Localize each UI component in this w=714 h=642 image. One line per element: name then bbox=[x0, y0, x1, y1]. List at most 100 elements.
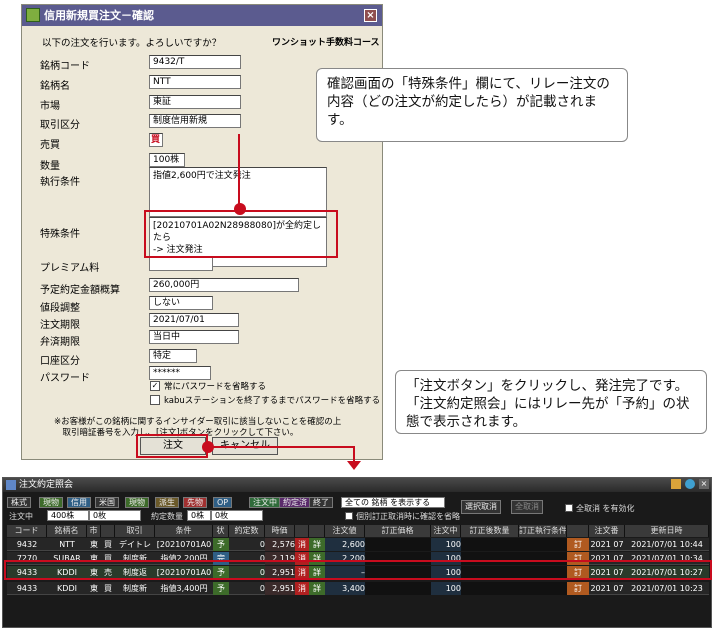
col-header-code[interactable]: コード bbox=[7, 525, 47, 537]
cell-amend-price[interactable] bbox=[365, 582, 431, 595]
field-value-code: 9432/T bbox=[149, 55, 241, 69]
arrow-down-icon bbox=[347, 461, 361, 470]
cell-amend-qty[interactable] bbox=[461, 538, 519, 551]
field-value-repay-expiry: 当日中 bbox=[149, 330, 239, 344]
col-header-market[interactable]: 市 bbox=[87, 525, 101, 537]
cell-price: 2,951 bbox=[265, 582, 295, 595]
password-input[interactable]: ****** bbox=[149, 366, 211, 380]
col-header-amend[interactable] bbox=[567, 525, 589, 537]
skip-confirm-checkbox[interactable] bbox=[345, 512, 353, 520]
field-label-price-adjust: 値段調整 bbox=[40, 303, 80, 314]
field-label-premium: プレミアム料 bbox=[40, 263, 100, 274]
field-label-special-condition: 特殊条件 bbox=[40, 229, 80, 240]
special-condition-highlight bbox=[144, 210, 338, 258]
close-icon[interactable]: × bbox=[699, 479, 709, 489]
tab-us[interactable]: 米国 bbox=[95, 497, 119, 508]
cell-amend-qty[interactable] bbox=[461, 582, 519, 595]
summary-pending-lots: 0枚 bbox=[89, 510, 141, 521]
tab-stock[interactable]: 株式 bbox=[7, 497, 31, 508]
settings-icon[interactable] bbox=[671, 479, 681, 489]
cell-amend-price[interactable] bbox=[365, 538, 431, 551]
confirm-text: 以下の注文を行います。よろしいですか？ bbox=[42, 38, 222, 49]
cell-updated: 2021/07/01 10:23 bbox=[631, 584, 703, 593]
tab-finished[interactable]: 終了 bbox=[309, 497, 333, 508]
field-label-code: 銘柄コード bbox=[40, 61, 90, 72]
cell-trade: 制度新 bbox=[123, 584, 147, 593]
cell-market: 東 bbox=[90, 540, 98, 549]
callout1-pointer-line bbox=[238, 134, 240, 206]
col-header-order-price[interactable]: 注文値 bbox=[325, 525, 365, 537]
summary-pending-shares: 400株 bbox=[47, 510, 89, 521]
cell-side: 買 bbox=[104, 540, 112, 549]
course-label: ワンショット手数料コース bbox=[272, 38, 380, 48]
col-header-cancel[interactable] bbox=[295, 525, 309, 537]
tab-pending[interactable]: 注文中 bbox=[249, 497, 281, 508]
cell-amend[interactable]: 訂 bbox=[567, 538, 589, 551]
col-header-amend-qty[interactable]: 訂正後数量 bbox=[461, 525, 519, 537]
col-header-side[interactable] bbox=[101, 525, 115, 537]
help-icon[interactable] bbox=[685, 479, 695, 489]
col-header-amend-price[interactable]: 訂正価格 bbox=[365, 525, 431, 537]
field-label-order-expiry: 注文期限 bbox=[40, 320, 80, 331]
col-header-status[interactable]: 状 bbox=[213, 525, 229, 537]
field-label-repay-expiry: 弁済期限 bbox=[40, 337, 80, 348]
select-cancel-button[interactable]: 選択取消 bbox=[461, 500, 501, 514]
order-button-highlight bbox=[136, 434, 208, 458]
tab-cash[interactable]: 現物 bbox=[39, 497, 63, 508]
cell-amend[interactable]: 訂 bbox=[567, 582, 589, 595]
field-label-account-type: 口座区分 bbox=[40, 356, 80, 367]
field-value-premium bbox=[149, 257, 213, 271]
callout1-pointer-dot bbox=[234, 203, 246, 215]
field-label-side: 売買 bbox=[40, 140, 60, 151]
callout-order-complete: 「注文ボタン」をクリックし、発注完了です。「注文約定照会」にはリレー先が「予約」… bbox=[395, 370, 707, 434]
col-header-condition[interactable]: 条件 bbox=[155, 525, 213, 537]
skip-password-session-checkbox[interactable] bbox=[150, 395, 160, 405]
cell-order-no: 2021 07 bbox=[590, 540, 624, 549]
all-cancel-button[interactable]: 全取消 bbox=[511, 500, 543, 514]
tab-margin[interactable]: 信用 bbox=[67, 497, 91, 508]
cell-amend-condition[interactable] bbox=[519, 582, 567, 595]
skip-password-session-label: kabuステーションを終了するまでパスワードを省略する bbox=[164, 396, 381, 406]
field-label-trade-type: 取引区分 bbox=[40, 120, 80, 131]
field-value-account-type: 特定 bbox=[149, 349, 197, 363]
app-icon bbox=[26, 8, 40, 22]
summary-executed-label: 約定数量 bbox=[151, 512, 183, 521]
col-header-price[interactable]: 時価 bbox=[265, 525, 295, 537]
cell-detail[interactable]: 詳 bbox=[309, 582, 325, 595]
tab-executed[interactable]: 約定済 bbox=[279, 497, 311, 508]
tab-futures[interactable]: 先物 bbox=[183, 497, 207, 508]
cell-condition: 指値3,400円 bbox=[160, 584, 208, 593]
col-header-updated[interactable]: 更新日時 bbox=[625, 525, 709, 537]
col-header-amend-condition[interactable]: 訂正執行条件 bbox=[519, 525, 567, 537]
tab-options[interactable]: OP bbox=[213, 497, 233, 508]
field-value-side: 買 bbox=[149, 133, 163, 147]
col-header-detail[interactable] bbox=[309, 525, 325, 537]
col-header-trade[interactable]: 取引 bbox=[115, 525, 155, 537]
cell-code: 9433 bbox=[16, 584, 38, 593]
cell-amend-condition[interactable] bbox=[519, 538, 567, 551]
cell-cancel[interactable]: 消 bbox=[295, 582, 309, 595]
cell-order-price: 3,400 bbox=[325, 582, 365, 595]
field-value-estimated-amount: 260,000円 bbox=[149, 278, 299, 292]
cell-cancel[interactable]: 消 bbox=[295, 538, 309, 551]
summary-pending-label: 注文中 bbox=[9, 512, 33, 521]
enable-all-cancel-checkbox[interactable] bbox=[565, 504, 573, 512]
field-value-quantity: 100株 bbox=[149, 153, 185, 167]
close-icon[interactable]: × bbox=[364, 9, 377, 22]
window-title: 注文約定照会 bbox=[19, 480, 74, 490]
field-value-trade-type: 制度信用新規 bbox=[149, 114, 241, 128]
col-header-order-no[interactable]: 注文番 bbox=[589, 525, 625, 537]
field-label-quantity: 数量 bbox=[40, 161, 60, 172]
cell-detail[interactable]: 詳 bbox=[309, 538, 325, 551]
col-header-pending-qty[interactable]: 注文中 bbox=[431, 525, 461, 537]
field-value-price-adjust: しない bbox=[149, 296, 213, 310]
col-header-executed-qty[interactable]: 約定数 bbox=[229, 525, 265, 537]
stock-filter-select[interactable]: 全ての 銘柄 を表示する bbox=[341, 497, 445, 508]
tab-cash-2[interactable]: 現物 bbox=[125, 497, 149, 508]
tab-derivative[interactable]: 派生 bbox=[155, 497, 179, 508]
col-header-name[interactable]: 銘柄名 bbox=[47, 525, 87, 537]
cell-order-price: 2,600 bbox=[325, 538, 365, 551]
dialog-title-bar: 信用新規買注文－確認 × bbox=[22, 5, 382, 26]
field-value-name: NTT bbox=[149, 75, 241, 89]
skip-password-checkbox[interactable]: ✓ bbox=[150, 381, 160, 391]
